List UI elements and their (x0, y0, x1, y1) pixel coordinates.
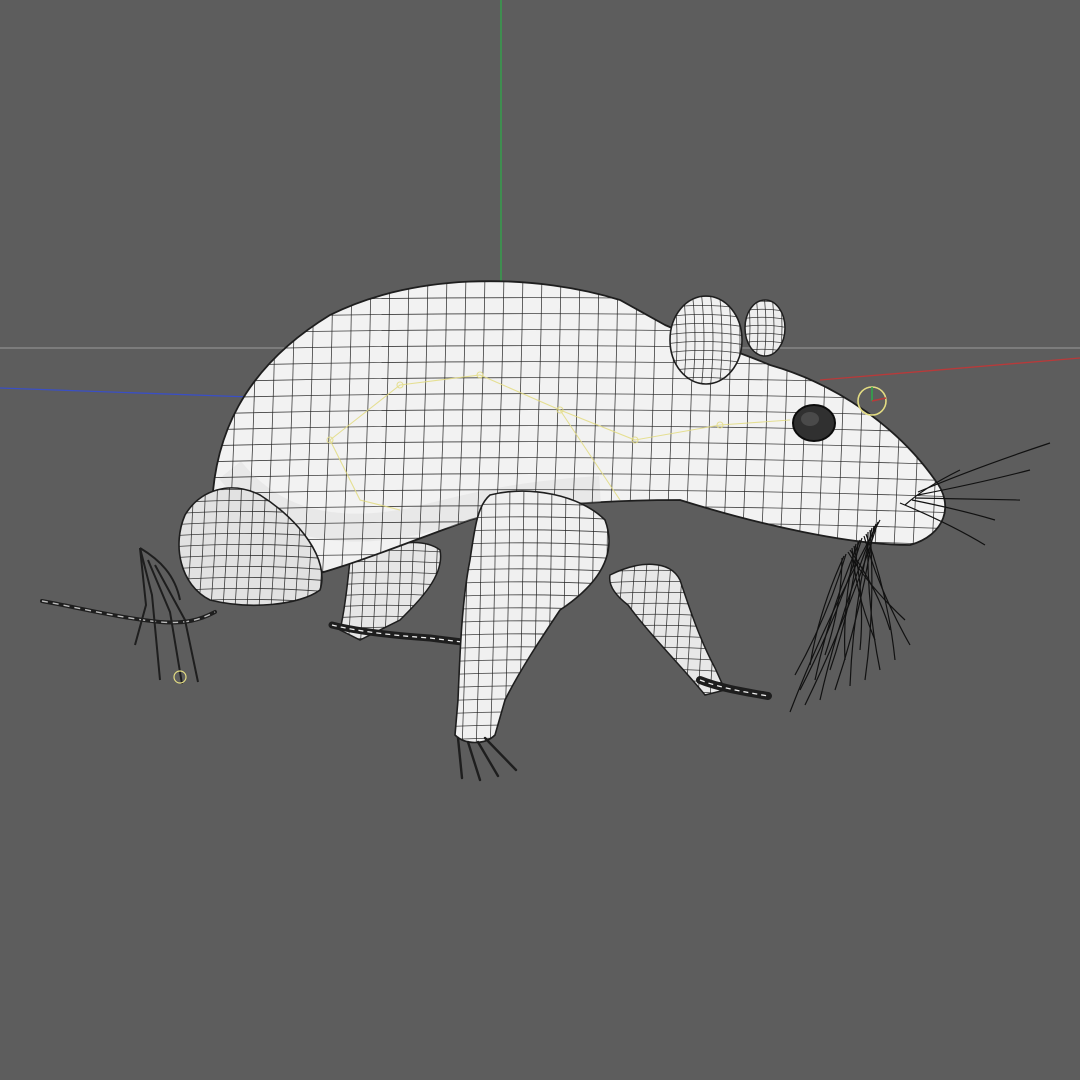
z-axis-line (0, 387, 251, 398)
viewport-canvas[interactable] (0, 0, 1080, 1080)
front-leg-right (608, 563, 772, 700)
ear-right (744, 299, 786, 357)
x-axis-line (819, 357, 1080, 381)
pivot-gizmo-icon[interactable] (857, 386, 887, 416)
eye (792, 404, 836, 442)
3d-viewport[interactable] (0, 0, 1080, 1080)
rat-wireframe-mesh-icon[interactable] (40, 266, 1051, 782)
tail-mesh (40, 599, 217, 625)
